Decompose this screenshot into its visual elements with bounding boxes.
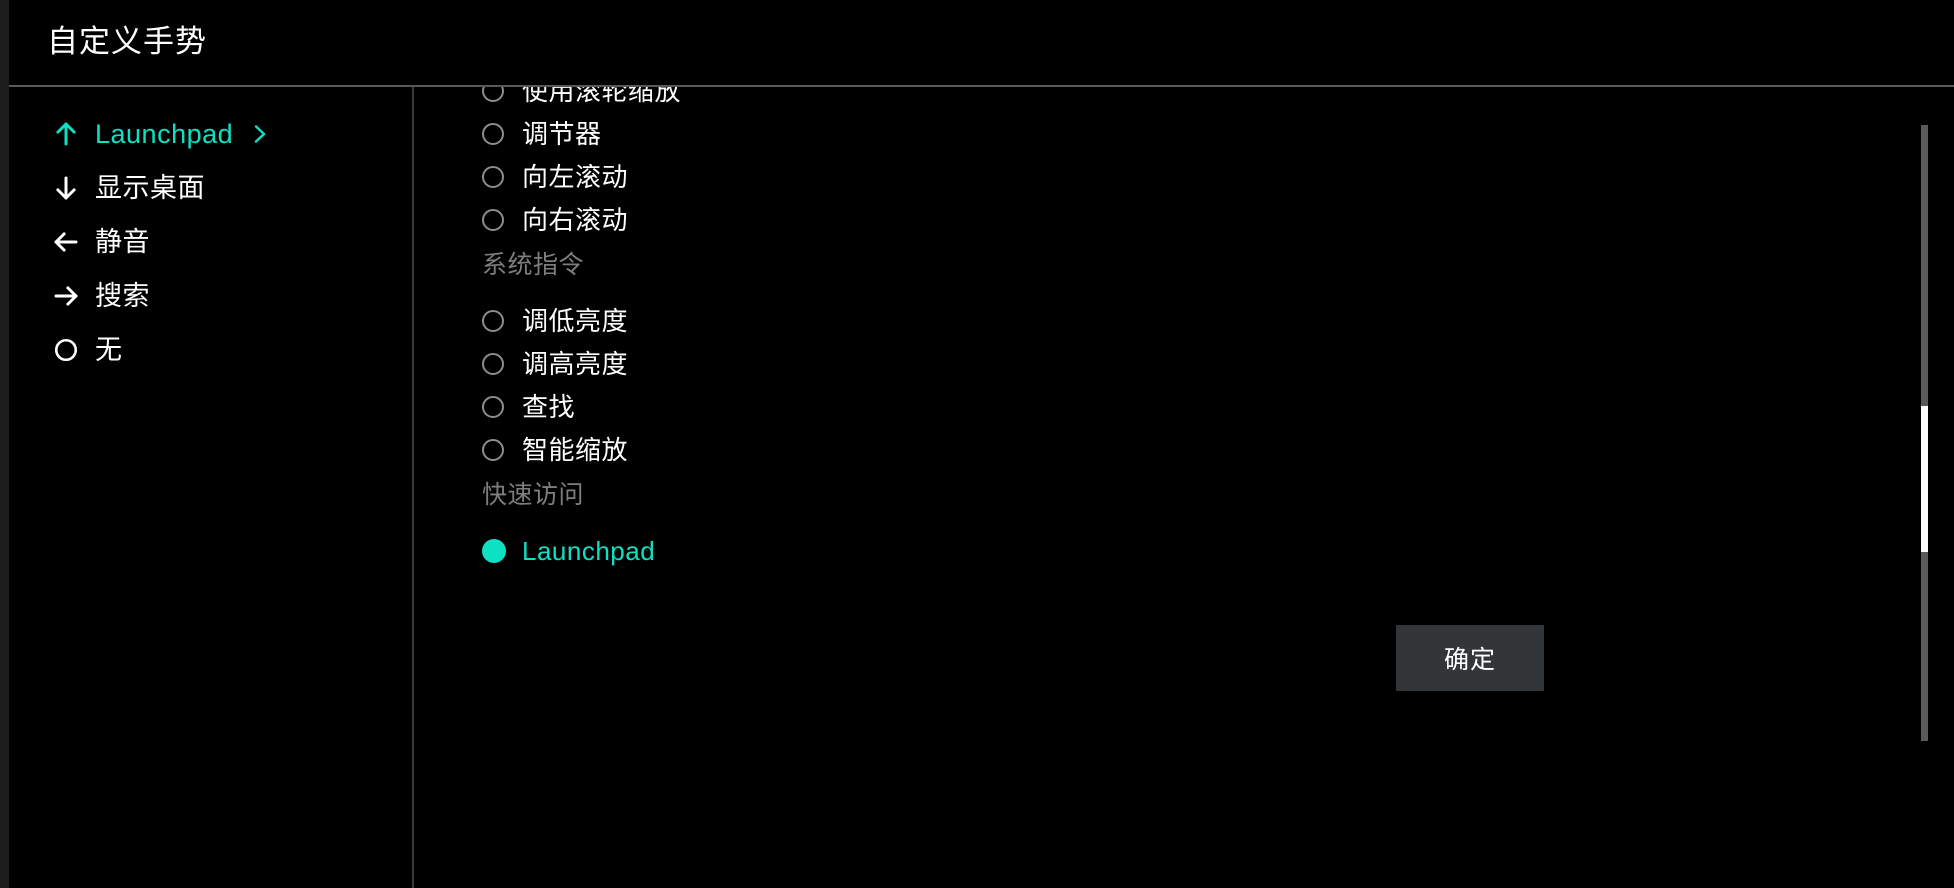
option-label: Launchpad [522,535,656,566]
page-title: 自定义手势 [47,24,207,59]
arrow-up-icon [49,117,83,151]
sidebar-item-label: 静音 [95,227,150,257]
option-row[interactable]: 查找 [414,385,1954,428]
window-edge-strip [0,0,9,888]
options-panel: 使用滚轮缩放调节器向左滚动向右滚动系统指令调低亮度调高亮度查找智能缩放快速访问 L… [414,87,1954,888]
chevron-right-icon[interactable] [247,122,271,146]
option-row[interactable]: 智能缩放 [414,428,1954,471]
gesture-sidebar: Launchpad 显示桌面静音搜索无 [9,87,412,888]
sidebar-item-label: 显示桌面 [95,173,205,203]
arrow-down-icon [49,171,83,205]
sidebar-item-2[interactable]: 显示桌面 [9,161,412,215]
option-row[interactable]: 向右滚动 [414,198,1954,241]
sidebar-item-5[interactable]: 无 [9,323,412,377]
options-list: 使用滚轮缩放调节器向左滚动向右滚动系统指令调低亮度调高亮度查找智能缩放快速访问 L… [414,87,1954,572]
option-row[interactable]: 调高亮度 [414,342,1954,385]
option-label: 查找 [522,391,576,422]
option-label: 调低亮度 [522,305,629,336]
radio-unselected-icon[interactable] [482,87,504,102]
option-label: 调节器 [522,118,602,149]
sidebar-item-label: 搜索 [95,281,150,311]
sidebar-item-3[interactable]: 静音 [9,215,412,269]
confirm-button[interactable]: 确定 [1396,625,1544,691]
scrollbar-thumb[interactable] [1921,406,1928,552]
option-row[interactable]: 向左滚动 [414,155,1954,198]
radio-unselected-icon[interactable] [482,208,504,231]
option-label: 智能缩放 [522,434,629,465]
radio-unselected-icon[interactable] [482,165,504,188]
radio-unselected-icon[interactable] [482,438,504,461]
option-label: 调高亮度 [522,348,629,379]
options-section-header: 系统指令 [482,251,585,279]
option-row[interactable]: 调低亮度 [414,299,1954,342]
circle-icon [49,333,83,367]
radio-unselected-icon[interactable] [482,309,504,332]
option-row[interactable]: Launchpad [414,529,1954,572]
option-label: 向左滚动 [522,161,629,192]
arrow-right-icon [49,279,83,313]
dialog-header: 自定义手势 [9,0,1954,86]
radio-selected-icon[interactable] [482,538,506,563]
option-row[interactable]: 使用滚轮缩放 [414,87,1954,112]
sidebar-item-4[interactable]: 搜索 [9,269,412,323]
sidebar-item-label: 无 [95,335,123,365]
option-label: 使用滚轮缩放 [522,87,682,106]
radio-unselected-icon[interactable] [482,352,504,375]
options-section-header: 快速访问 [482,481,585,509]
radio-unselected-icon[interactable] [482,122,504,145]
sidebar-item-1[interactable]: Launchpad [9,107,412,161]
option-label: 向右滚动 [522,204,629,235]
sidebar-item-label: Launchpad [95,119,234,149]
arrow-left-icon [49,225,83,259]
option-row[interactable]: 调节器 [414,112,1954,155]
radio-unselected-icon[interactable] [482,395,504,418]
